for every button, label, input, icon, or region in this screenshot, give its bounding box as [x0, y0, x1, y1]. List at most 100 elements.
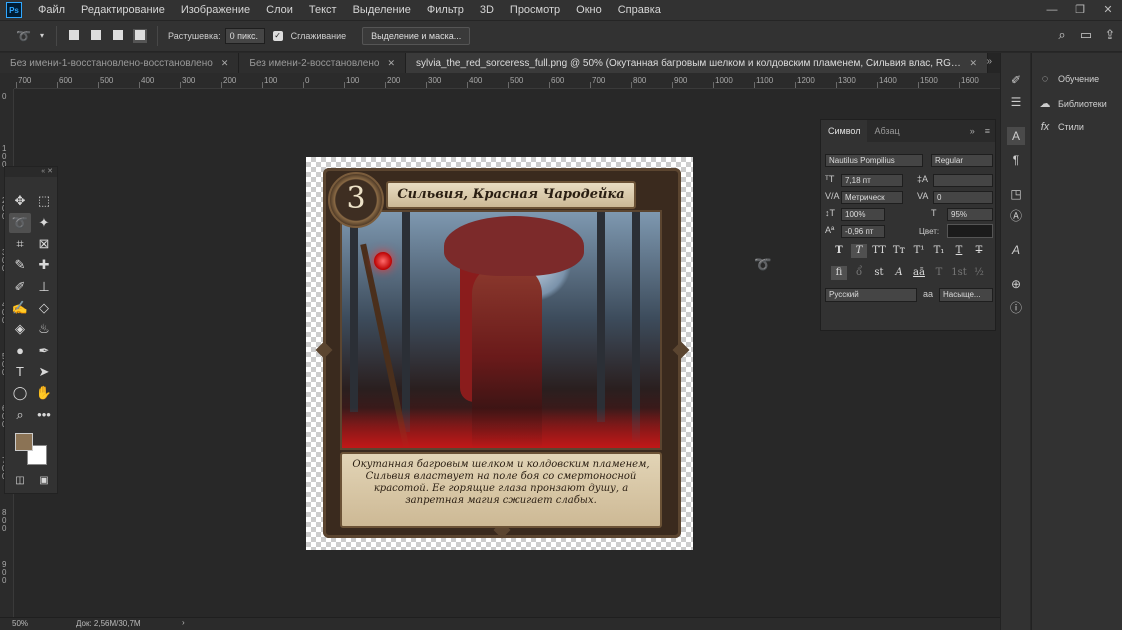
toolbox-header[interactable]: « ✕	[5, 167, 57, 177]
menu-window[interactable]: Окно	[568, 0, 610, 20]
tab-character[interactable]: Символ	[821, 120, 868, 142]
properties-icon[interactable]: ⊕	[1007, 275, 1025, 293]
tab-document-2[interactable]: Без имени-2-восстановлено ✕	[239, 53, 406, 73]
info-icon[interactable]: ⓘ	[1007, 299, 1025, 317]
stamp-icon[interactable]: ⊥	[33, 277, 55, 297]
add-selection-icon[interactable]	[89, 29, 103, 43]
character-styles-icon[interactable]: ◳	[1007, 185, 1025, 203]
swash-button[interactable]: st	[871, 266, 887, 280]
marquee-tool-icon[interactable]: ⬚	[33, 191, 55, 211]
menu-layers[interactable]: Слои	[258, 0, 301, 20]
paragraph-icon[interactable]: ¶	[1007, 151, 1025, 169]
type-tool-icon[interactable]: T	[9, 362, 31, 382]
lasso-tool-icon[interactable]: ➰	[16, 29, 31, 43]
lasso-tool-icon[interactable]: ➰	[9, 213, 31, 233]
close-icon[interactable]: ✕	[969, 58, 977, 69]
dodge-tool-icon[interactable]: ●	[9, 341, 31, 361]
search-icon[interactable]: ⌕	[1054, 27, 1070, 43]
tab-paragraph[interactable]: Абзац	[867, 120, 906, 142]
tabs-overflow-icon[interactable]: »	[986, 56, 992, 67]
healing-brush-icon[interactable]: ✚	[33, 255, 55, 275]
antialias-checkbox[interactable]: ✓	[272, 31, 283, 41]
fractions-button[interactable]: ½	[971, 266, 987, 280]
tab-document-active[interactable]: sylvia_the_red_sorceress_full.png @ 50% …	[405, 53, 988, 73]
chevron-down-icon[interactable]: ▾	[38, 29, 46, 43]
panel-item-styles[interactable]: fx Стили	[1038, 121, 1084, 133]
menu-edit[interactable]: Редактирование	[73, 0, 173, 20]
contextual-button[interactable]: T	[931, 266, 947, 280]
new-selection-icon[interactable]	[67, 29, 81, 43]
tab-document-1[interactable]: Без имени-1-восстановлено-восстановлено …	[0, 53, 240, 73]
menu-image[interactable]: Изображение	[173, 0, 258, 20]
crop-tool-icon[interactable]: ⌗	[9, 234, 31, 254]
eraser-icon[interactable]: ◇	[33, 298, 55, 318]
eyedropper-icon[interactable]: ✎	[9, 255, 31, 275]
workspace-icon[interactable]: ▭	[1078, 27, 1094, 43]
quick-mask-icon[interactable]: ◫	[9, 471, 31, 491]
menu-view[interactable]: Просмотр	[502, 0, 568, 20]
collapse-icon[interactable]: »	[965, 126, 980, 136]
font-family-select[interactable]: Nautilus Pompilius	[825, 154, 923, 167]
magic-wand-icon[interactable]: ✦	[33, 213, 55, 233]
zoom-tool-icon[interactable]: ⌕	[9, 405, 31, 425]
subtract-selection-icon[interactable]	[111, 29, 125, 43]
menu-type[interactable]: Текст	[301, 0, 345, 20]
text-color-swatch[interactable]	[947, 224, 993, 238]
path-select-icon[interactable]: ➤	[33, 362, 55, 382]
intersect-selection-icon[interactable]	[133, 29, 147, 43]
pen-tool-icon[interactable]: ✒	[33, 341, 55, 361]
titling-button[interactable]: aā	[911, 266, 927, 280]
menu-file[interactable]: Файл	[30, 0, 73, 20]
close-icon[interactable]: ✕	[221, 58, 229, 69]
panel-item-learn[interactable]: ◌ Обучение	[1038, 73, 1099, 85]
antialias-select[interactable]: Насыще...	[939, 288, 993, 302]
ordinals-button[interactable]: 1st	[951, 266, 967, 280]
subscript-button[interactable]: T₁	[931, 244, 947, 258]
paint-bucket-icon[interactable]: ◈	[9, 319, 31, 339]
hand-tool-icon[interactable]: ✋	[33, 383, 55, 403]
menu-3d[interactable]: 3D	[472, 0, 502, 20]
leading-input[interactable]	[933, 174, 993, 187]
blur-tool-icon[interactable]: ♨	[33, 319, 55, 339]
underline-button[interactable]: T	[951, 244, 967, 258]
share-icon[interactable]: ⇪	[1102, 27, 1118, 43]
ligatures-button[interactable]: ﬁ	[831, 266, 847, 280]
menu-help[interactable]: Справка	[610, 0, 669, 20]
font-style-select[interactable]: Regular	[931, 154, 993, 167]
brush-settings-icon[interactable]: ✐	[1007, 71, 1025, 89]
menu-filter[interactable]: Фильтр	[419, 0, 472, 20]
strikethrough-button[interactable]: T	[971, 244, 987, 258]
brush-icon[interactable]: ✐	[9, 277, 31, 297]
vertical-scale-input[interactable]: 100%	[841, 208, 885, 221]
foreground-color-swatch[interactable]	[15, 433, 33, 451]
faux-bold-button[interactable]: T	[831, 244, 847, 258]
baseline-shift-input[interactable]: -0,96 пт	[841, 225, 885, 238]
font-size-input[interactable]: 7,18 пт	[841, 174, 903, 187]
superscript-button[interactable]: T¹	[911, 244, 927, 258]
glyphs-icon[interactable]: A	[1007, 241, 1025, 259]
zoom-level[interactable]: 50%	[12, 619, 28, 628]
frame-tool-icon[interactable]: ⊠	[33, 234, 55, 254]
ellipse-tool-icon[interactable]: ◯	[9, 383, 31, 403]
more-tools-icon[interactable]: •••	[33, 405, 55, 425]
paragraph-styles-icon[interactable]: Ⓐ	[1007, 207, 1025, 225]
horizontal-scale-input[interactable]: 95%	[947, 208, 993, 221]
close-button[interactable]: ✕	[1094, 0, 1122, 20]
tracking-input[interactable]: 0	[933, 191, 993, 204]
language-select[interactable]: Русский	[825, 288, 917, 302]
feather-input[interactable]: 0 пикс.	[224, 28, 265, 44]
menu-select[interactable]: Выделение	[345, 0, 419, 20]
character-icon[interactable]: A	[1007, 127, 1025, 145]
stylistic-alternates-button[interactable]: A	[891, 266, 907, 280]
panel-item-libraries[interactable]: ☁ Библиотеки	[1038, 97, 1107, 110]
move-tool-icon[interactable]: ✥	[9, 191, 31, 211]
kerning-select[interactable]: Метрическ	[841, 191, 903, 204]
faux-italic-button[interactable]: T	[851, 244, 867, 258]
adjustments-icon[interactable]: ☰	[1007, 93, 1025, 111]
history-brush-icon[interactable]: ✍	[9, 298, 31, 318]
old-style-button[interactable]: ổ	[851, 266, 867, 280]
minimize-button[interactable]: —	[1038, 0, 1066, 20]
status-menu-icon[interactable]: ›	[182, 618, 185, 627]
restore-button[interactable]: ❐	[1066, 0, 1094, 20]
close-icon[interactable]: ✕	[387, 58, 395, 69]
